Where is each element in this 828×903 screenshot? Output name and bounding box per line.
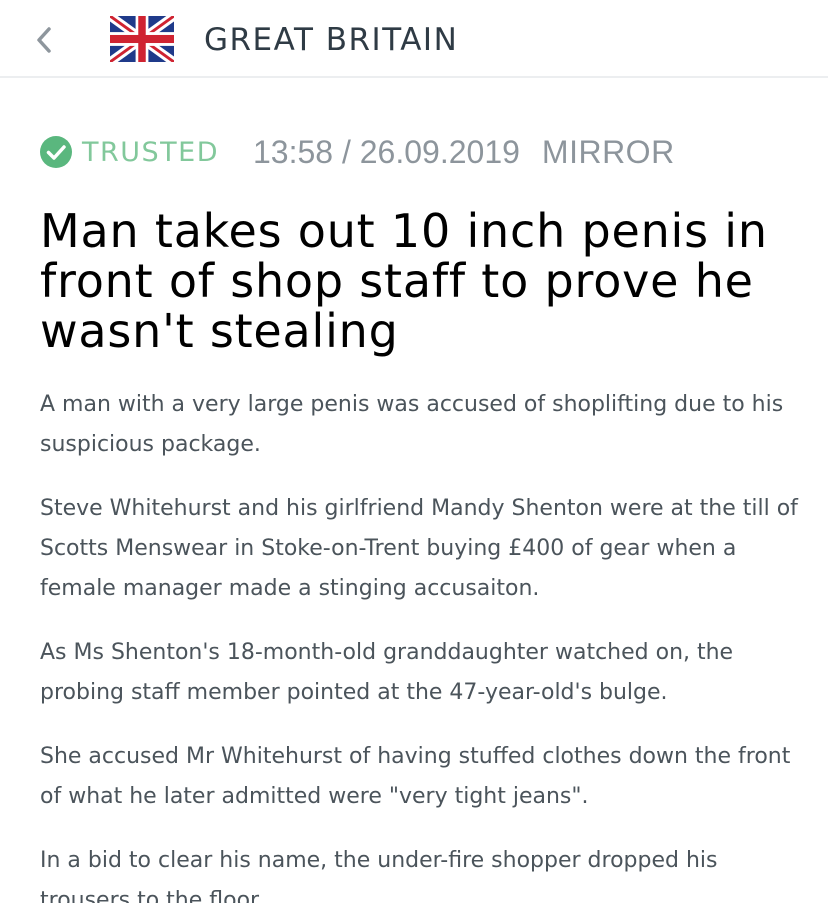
- article-paragraph: A man with a very large penis was accuse…: [40, 392, 784, 457]
- uk-flag-icon: [110, 16, 174, 62]
- publish-timestamp: 13:58 / 26.09.2019: [253, 133, 520, 170]
- top-bar: GREAT BRITAIN: [0, 0, 828, 78]
- source-name[interactable]: MIRROR: [542, 134, 675, 171]
- article-headline: Man takes out 10 inch penis in front of …: [40, 204, 768, 358]
- article-body: A man with a very large penis was accuse…: [40, 385, 800, 903]
- country-title: GREAT BRITAIN: [204, 22, 459, 58]
- trusted-badge: TRUSTED: [82, 136, 219, 168]
- article-paragraph: In a bid to clear his name, the under-fi…: [40, 848, 718, 903]
- article-paragraph: Steve Whitehurst and his girlfriend Mand…: [40, 496, 798, 601]
- article-paragraph: As Ms Shenton's 18-month-old granddaught…: [40, 640, 734, 705]
- article-paragraph: She accused Mr Whitehurst of having stuf…: [40, 744, 791, 809]
- article-meta: TRUSTED 13:58 / 26.09.2019 MIRROR: [40, 130, 675, 174]
- article-page: GREAT BRITAIN TRUSTED 13:58 / 26.09.2019…: [0, 0, 828, 903]
- check-circle-icon: [40, 136, 72, 168]
- chevron-left-icon: [37, 27, 51, 53]
- back-button[interactable]: [26, 20, 62, 60]
